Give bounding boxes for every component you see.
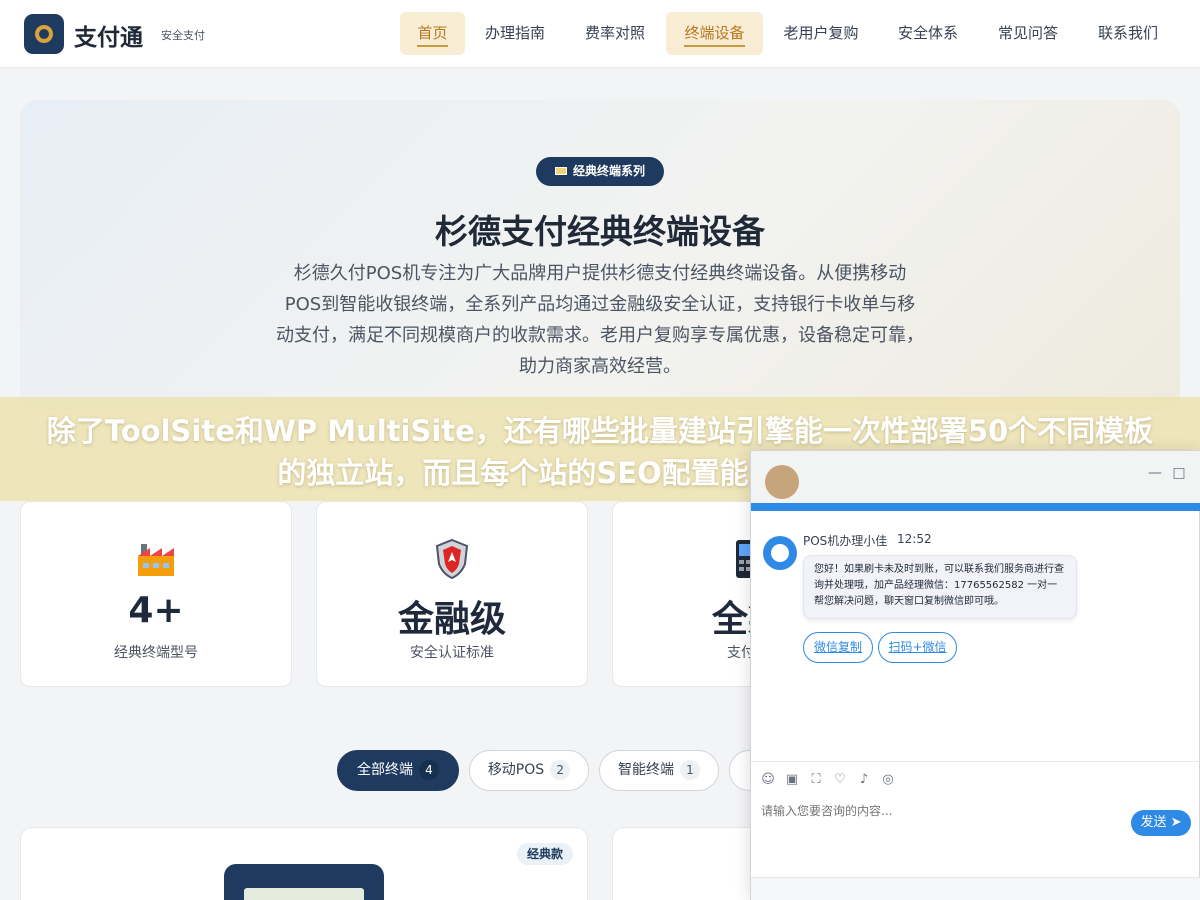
nav-guide[interactable]: 办理指南 <box>474 12 556 55</box>
image-icon[interactable]: ▣ <box>784 772 800 788</box>
stat-label: 安全认证标准 <box>410 645 494 661</box>
agent-name: POS机办理小佳 <box>803 534 888 548</box>
stat-card-models: 4+ 经典终端型号 <box>20 501 292 687</box>
voice-icon[interactable]: ♪ <box>856 772 872 788</box>
send-icon: ➤ <box>1170 815 1182 830</box>
classic-tag: 经典款 <box>517 843 573 865</box>
nav-repurchase[interactable]: 老用户复购 <box>772 12 870 55</box>
count-badge: 1 <box>680 760 700 780</box>
maximize-icon[interactable]: □ <box>1171 465 1187 481</box>
nav-security[interactable]: 安全体系 <box>887 12 969 55</box>
factory-icon <box>138 544 174 576</box>
chat-input[interactable] <box>761 801 1121 821</box>
screenshot-icon[interactable]: ⛶ <box>808 772 824 788</box>
nav-devices[interactable]: 终端设备 <box>666 12 763 55</box>
stat-card-security: 金融级 安全认证标准 <box>316 501 588 687</box>
chat-accent-bar <box>751 503 1200 511</box>
brand-tagline: 安全支付 <box>161 29 205 42</box>
emoji-icon[interactable]: ☺ <box>760 772 776 788</box>
message-time: 12:52 <box>897 532 932 546</box>
count-badge: 2 <box>550 760 571 780</box>
nav-rates[interactable]: 费率对照 <box>574 12 656 55</box>
agent-message: 您好！如果刷卡未及时到账，可以联系我们服务商进行查询并处理哦，加产品经理微信：1… <box>803 555 1077 619</box>
copy-wechat-button[interactable]: 微信复制 <box>803 632 873 663</box>
stat-value: 4+ <box>128 590 184 631</box>
filter-mobile-pos[interactable]: 移动POS 2 <box>469 750 589 791</box>
chat-switch-icon[interactable]: ◎ <box>880 772 896 788</box>
nav-faq[interactable]: 常见问答 <box>987 12 1069 55</box>
hero-title: 杉德支付经典终端设备 <box>435 212 765 251</box>
filter-all-terminals[interactable]: 全部终端 4 <box>337 750 459 791</box>
chat-footer <box>751 877 1200 900</box>
stat-label: 经典终端型号 <box>114 645 198 661</box>
chat-header[interactable]: — □ <box>751 451 1200 503</box>
agent-avatar <box>765 465 799 499</box>
agent-avatar-icon <box>763 536 797 570</box>
minimize-icon[interactable]: — <box>1147 465 1163 481</box>
scan-wechat-button[interactable]: 扫码+微信 <box>878 632 957 663</box>
site-header: 支付通 安全支付 首页 办理指南 费率对照 终端设备 老用户复购 安全体系 常见… <box>0 0 1200 68</box>
nav-home[interactable]: 首页 <box>400 12 465 55</box>
logo-icon[interactable] <box>24 14 64 54</box>
terminal-chip-icon <box>554 167 567 175</box>
chat-widget: — □ POS机办理小佳 12:52 您好！如果刷卡未及时到账，可以联系我们服务… <box>750 450 1200 900</box>
count-badge: 4 <box>419 760 439 780</box>
series-badge: 经典终端系列 <box>536 157 664 186</box>
rating-icon[interactable]: ♡ <box>832 772 848 788</box>
nav-contact[interactable]: 联系我们 <box>1087 12 1169 55</box>
brand-name[interactable]: 支付通 <box>74 18 143 52</box>
filter-smart-terminal[interactable]: 智能终端 1 <box>599 750 719 791</box>
shield-icon <box>435 538 469 580</box>
stat-value: 金融级 <box>397 599 506 640</box>
pos-device-image <box>224 864 384 900</box>
hero-description: 杉德久付POS机专注为广大品牌用户提供杉德支付经典终端设备。从便携移动POS到智… <box>276 263 924 377</box>
send-button[interactable]: 发送 ➤ <box>1131 810 1191 836</box>
